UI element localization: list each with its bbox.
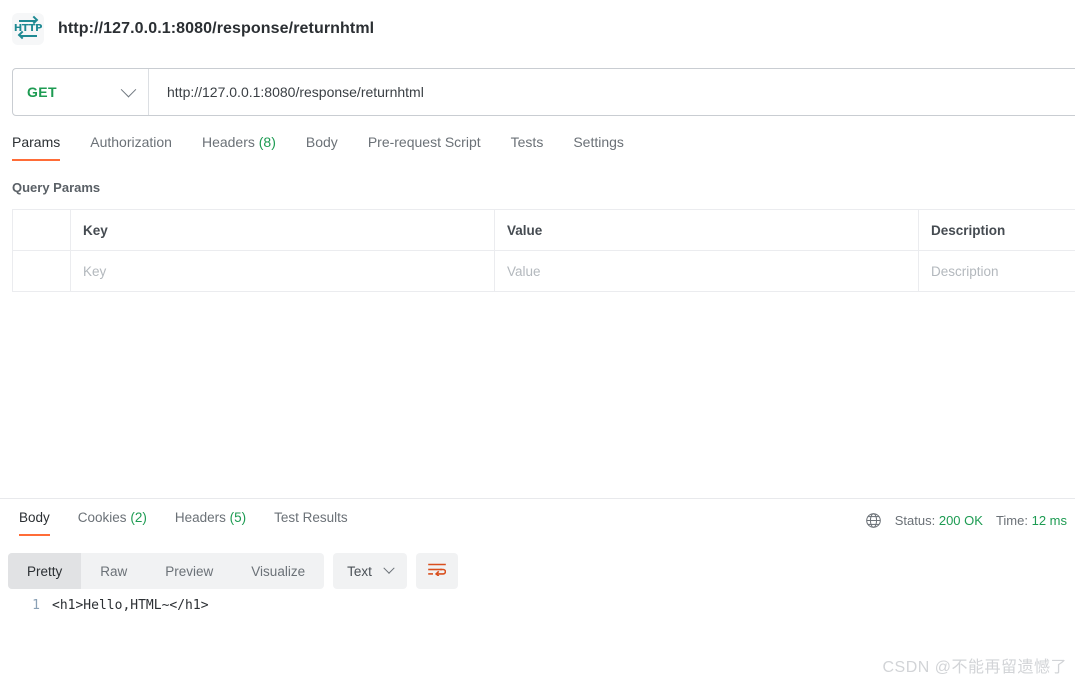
tab-tests[interactable]: Tests — [511, 132, 544, 161]
response-divider — [0, 498, 1075, 499]
query-params-table: Key Value Description Key Value Descript… — [12, 209, 1075, 292]
http-method-label: GET — [27, 84, 57, 100]
status-label: Status: — [894, 513, 936, 528]
status-value: 200 OK — [938, 513, 983, 528]
table-row: Key Value Description — [12, 250, 1075, 292]
column-header-key: Key — [70, 209, 495, 251]
response-tab-body-label: Body — [19, 510, 50, 525]
page-title: http://127.0.0.1:8080/response/returnhtm… — [58, 19, 375, 37]
http-method-dropdown[interactable]: GET — [13, 69, 149, 115]
tab-tests-label: Tests — [510, 134, 544, 150]
view-pretty-label: Pretty — [27, 563, 63, 579]
response-body-code: 1 <h1>Hello,HTML~</h1> — [0, 595, 1075, 617]
word-wrap-icon — [428, 562, 447, 581]
tab-body-label: Body — [305, 134, 338, 150]
table-header-row: Key Value Description — [12, 209, 1075, 251]
column-header-description: Description — [918, 209, 1075, 251]
view-pretty-button[interactable]: Pretty — [8, 553, 82, 589]
postman-window: HTTP http://127.0.0.1:8080/response/retu… — [0, 0, 1075, 685]
view-raw-label: Raw — [100, 563, 128, 579]
response-tab-headers[interactable]: Headers (5) — [175, 510, 246, 536]
column-header-checkbox — [12, 209, 71, 251]
url-input[interactable]: http://127.0.0.1:8080/response/returnhtm… — [149, 69, 1075, 115]
row-checkbox-cell[interactable] — [12, 250, 71, 292]
column-header-value: Value — [494, 209, 919, 251]
response-tab-body[interactable]: Body — [19, 510, 50, 536]
time-value: 12 ms — [1031, 513, 1067, 528]
word-wrap-button[interactable] — [415, 553, 458, 589]
chevron-down-icon — [120, 81, 137, 97]
tab-authorization-label: Authorization — [90, 134, 172, 150]
tab-pre-request-script[interactable]: Pre-request Script — [368, 132, 481, 161]
code-content[interactable]: <h1>Hello,HTML~</h1> — [52, 595, 209, 617]
view-raw-button[interactable]: Raw — [81, 553, 146, 589]
response-tab-cookies-label: Cookies — [77, 510, 127, 525]
response-tab-test-results[interactable]: Test Results — [274, 510, 348, 536]
tab-params[interactable]: Params — [12, 132, 61, 161]
response-tab-cookies-count: (2) — [130, 510, 147, 525]
code-gutter: 1 — [0, 595, 52, 617]
body-format-dropdown[interactable]: Text — [333, 553, 407, 589]
tab-headers-label: Headers — [201, 134, 255, 150]
tab-settings-label: Settings — [573, 134, 624, 150]
response-tab-test-results-label: Test Results — [274, 510, 348, 525]
response-tab-headers-label: Headers — [174, 510, 226, 525]
http-protocol-icon: HTTP — [12, 12, 44, 45]
view-preview-button[interactable]: Preview — [146, 553, 232, 589]
time-badge[interactable]: Time: 12 ms — [996, 513, 1067, 528]
chevron-down-icon — [383, 562, 395, 574]
tab-body[interactable]: Body — [306, 132, 338, 161]
time-label: Time: — [995, 513, 1028, 528]
request-tabs: Params Authorization Headers (8) Body Pr… — [12, 132, 1075, 168]
response-tabs: Body Cookies (2) Headers (5) Test Result… — [5, 510, 362, 536]
response-meta: Status: 200 OK Time: 12 ms — [865, 512, 1067, 529]
param-value-input[interactable]: Value — [494, 250, 919, 292]
tab-pre-request-script-label: Pre-request Script — [367, 134, 481, 150]
response-body-toolbar: Pretty Raw Preview Visualize Text — [8, 553, 458, 589]
response-tab-headers-count: (5) — [229, 510, 247, 525]
http-icon-label: HTTP — [13, 23, 43, 34]
status-badge[interactable]: Status: 200 OK — [895, 513, 983, 528]
param-key-input[interactable]: Key — [70, 250, 495, 292]
tab-authorization[interactable]: Authorization — [90, 132, 172, 161]
view-visualize-button[interactable]: Visualize — [232, 553, 324, 589]
body-format-label: Text — [347, 563, 372, 579]
tab-headers[interactable]: Headers (8) — [202, 132, 276, 161]
query-params-heading: Query Params — [12, 180, 101, 195]
tab-settings[interactable]: Settings — [573, 132, 624, 161]
code-line: <h1>Hello,HTML~</h1> — [52, 598, 209, 613]
response-tab-cookies[interactable]: Cookies (2) — [78, 510, 147, 536]
watermark: CSDN @不能再留遗憾了 — [882, 659, 1067, 676]
response-view-switcher: Pretty Raw Preview Visualize — [8, 553, 325, 589]
tab-headers-count: (8) — [258, 134, 276, 150]
line-number: 1 — [32, 598, 40, 613]
titlebar: HTTP http://127.0.0.1:8080/response/retu… — [0, 0, 1075, 57]
view-preview-label: Preview — [165, 563, 214, 579]
view-visualize-label: Visualize — [251, 563, 306, 579]
param-description-input[interactable]: Description — [918, 250, 1075, 292]
tab-params-label: Params — [12, 134, 61, 150]
globe-icon — [865, 512, 882, 529]
request-url-bar: GET http://127.0.0.1:8080/response/retur… — [12, 68, 1075, 116]
